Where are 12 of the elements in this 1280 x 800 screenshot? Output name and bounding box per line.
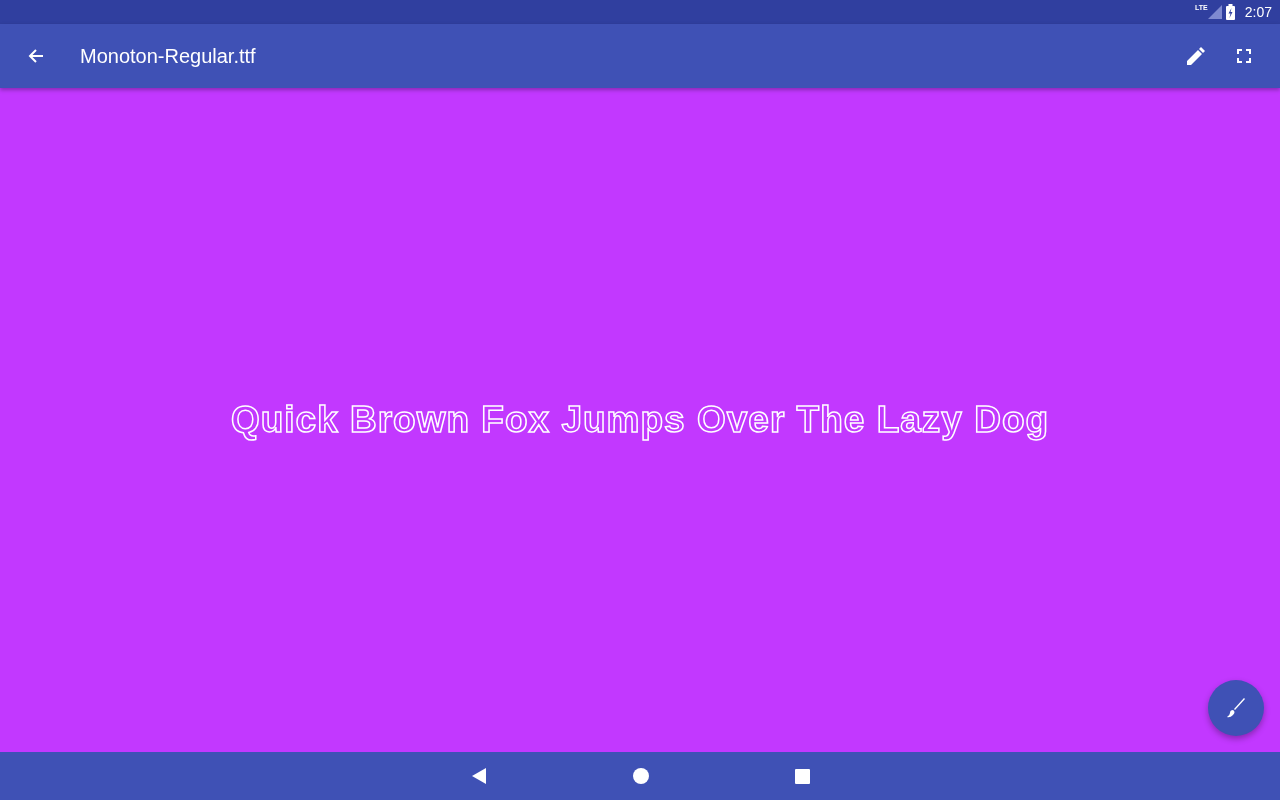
pencil-icon: [1187, 47, 1205, 65]
signal-icon: [1207, 5, 1222, 19]
recents-square-icon[interactable]: [794, 768, 810, 784]
brush-icon: [1226, 698, 1246, 718]
battery-icon: [1225, 4, 1235, 20]
back-arrow-icon: [28, 48, 44, 64]
fullscreen-icon: [1237, 49, 1251, 63]
sample-text: Quick Brown Fox Jumps Over The Lazy Dog: [230, 399, 1050, 441]
home-circle-icon[interactable]: [632, 768, 649, 784]
back-triangle-icon[interactable]: [470, 768, 487, 784]
clock-time: 2:07: [1244, 4, 1272, 20]
window-title: Monoton-Regular.ttf: [80, 44, 256, 68]
